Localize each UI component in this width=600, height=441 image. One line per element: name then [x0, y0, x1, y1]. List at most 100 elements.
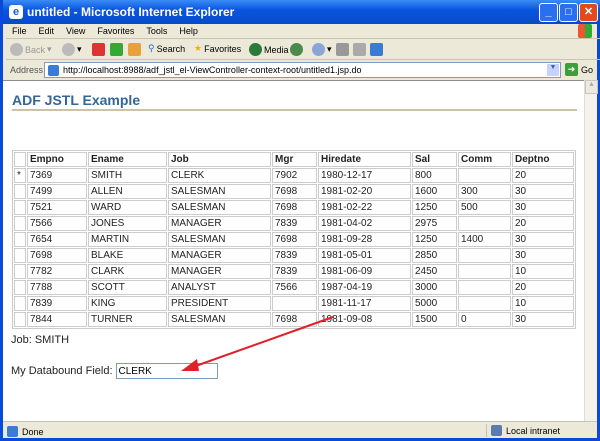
- home-button[interactable]: [128, 43, 141, 56]
- table-cell: 7839: [272, 248, 317, 263]
- table-cell: [458, 280, 511, 295]
- table-cell: ANALYST: [168, 280, 271, 295]
- refresh-button[interactable]: [110, 43, 123, 56]
- table-cell: 7844: [27, 312, 87, 327]
- status-bar: Done Local intranet: [3, 421, 597, 438]
- job-output: Job: SMITH: [11, 334, 70, 346]
- forward-button[interactable]: ▾: [62, 43, 82, 56]
- table-cell: SALESMAN: [168, 232, 271, 247]
- table-cell: 7698: [272, 200, 317, 215]
- table-cell: [458, 168, 511, 183]
- row-marker: [14, 280, 26, 295]
- table-cell: 7839: [272, 216, 317, 231]
- table-row[interactable]: 7654 MARTIN SALESMAN 7698 1981-09-28 1250 1400…: [14, 232, 574, 247]
- favorites-button[interactable]: ★ Favorites: [194, 43, 241, 54]
- table-cell: 7499: [27, 184, 87, 199]
- row-marker: [14, 248, 26, 263]
- menu-file[interactable]: File: [12, 26, 27, 36]
- messenger-button[interactable]: [370, 43, 383, 56]
- table-row[interactable]: * 7369 SMITH CLERK 7902 1980-12-17 800 20: [14, 168, 574, 183]
- media-label: Media: [264, 44, 289, 55]
- search-button[interactable]: ⚲ Search: [148, 43, 185, 54]
- windows-logo-icon: [578, 24, 592, 38]
- back-button[interactable]: Back ▾: [10, 43, 52, 56]
- edit-button[interactable]: [353, 43, 366, 56]
- search-icon: ⚲: [148, 43, 155, 53]
- menu-help[interactable]: Help: [179, 26, 198, 36]
- page-heading: ADF JSTL Example: [12, 92, 141, 108]
- table-cell: PRESIDENT: [168, 296, 271, 311]
- table-cell: 7369: [27, 168, 87, 183]
- table-cell: 20: [512, 168, 574, 183]
- table-cell: [458, 248, 511, 263]
- maximize-button[interactable]: □: [559, 3, 578, 22]
- table-cell: SALESMAN: [168, 200, 271, 215]
- table-cell: 7698: [272, 312, 317, 327]
- table-cell: 1981-02-20: [318, 184, 411, 199]
- vertical-scrollbar[interactable]: ▲: [584, 80, 598, 421]
- table-cell: BLAKE: [88, 248, 167, 263]
- col-header: Deptno: [512, 152, 574, 167]
- table-cell: JONES: [88, 216, 167, 231]
- favorites-label: Favorites: [204, 43, 242, 54]
- table-cell: 1400: [458, 232, 511, 247]
- table-cell: [458, 264, 511, 279]
- databound-field-label: My Databound Field:: [11, 365, 113, 377]
- table-cell: 7566: [27, 216, 87, 231]
- table-cell: 1250: [412, 232, 457, 247]
- table-row[interactable]: 7788 SCOTT ANALYST 7566 1987-04-19 3000 20: [14, 280, 574, 295]
- menu-edit[interactable]: Edit: [39, 26, 55, 36]
- page-content: ADF JSTL Example Empno Ename Job Mgr Hir…: [3, 80, 584, 421]
- table-row[interactable]: 7782 CLARK MANAGER 7839 1981-06-09 2450 10: [14, 264, 574, 279]
- print-button[interactable]: [336, 43, 349, 56]
- table-cell: [458, 296, 511, 311]
- table-cell: 7782: [27, 264, 87, 279]
- table-cell: SCOTT: [88, 280, 167, 295]
- table-cell: MANAGER: [168, 216, 271, 231]
- table-cell: MANAGER: [168, 248, 271, 263]
- table-cell: 1600: [412, 184, 457, 199]
- print-icon: [336, 43, 349, 56]
- table-row[interactable]: 7839 KING PRESIDENT 1981-11-17 5000 10: [14, 296, 574, 311]
- menu-favorites[interactable]: Favorites: [97, 26, 134, 36]
- table-cell: 10: [512, 296, 574, 311]
- stop-button[interactable]: [92, 43, 105, 56]
- table-row[interactable]: 7566 JONES MANAGER 7839 1981-04-02 2975 20: [14, 216, 574, 231]
- go-button[interactable]: ➜ Go: [565, 63, 593, 76]
- table-cell: 1981-09-08: [318, 312, 411, 327]
- title-bar: e untitled - Microsoft Internet Explorer…: [3, 0, 600, 24]
- intranet-icon: [491, 425, 502, 436]
- history-icon: [290, 43, 303, 56]
- minimize-button[interactable]: _: [539, 3, 558, 22]
- table-cell: 7698: [272, 232, 317, 247]
- table-row[interactable]: 7499 ALLEN SALESMAN 7698 1981-02-20 1600 300 30: [14, 184, 574, 199]
- table-row[interactable]: 7698 BLAKE MANAGER 7839 1981-05-01 2850 30: [14, 248, 574, 263]
- databound-field-input[interactable]: [115, 363, 218, 379]
- table-row[interactable]: 7844 TURNER SALESMAN 7698 1981-09-08 1500 0 30: [14, 312, 574, 327]
- mail-button[interactable]: ▾: [312, 43, 332, 56]
- table-cell: 500: [458, 200, 511, 215]
- home-icon: [128, 43, 141, 56]
- address-dropdown-icon[interactable]: ▼: [547, 64, 559, 76]
- page-icon: [48, 65, 59, 76]
- table-cell: 7698: [272, 184, 317, 199]
- history-button[interactable]: [290, 43, 303, 56]
- address-input[interactable]: http://localhost:8988/adf_jstl_el-ViewCo…: [44, 62, 561, 78]
- menu-tools[interactable]: Tools: [146, 26, 167, 36]
- col-header: Ename: [88, 152, 167, 167]
- table-cell: 1981-02-22: [318, 200, 411, 215]
- row-marker: [14, 296, 26, 311]
- go-label: Go: [581, 64, 594, 75]
- scroll-up-icon[interactable]: ▲: [585, 80, 598, 94]
- table-cell: 30: [512, 248, 574, 263]
- table-cell: 7839: [27, 296, 87, 311]
- table-cell: 1980-12-17: [318, 168, 411, 183]
- close-button[interactable]: ✕: [579, 3, 598, 22]
- row-marker: [14, 216, 26, 231]
- menu-view[interactable]: View: [66, 26, 85, 36]
- table-cell: 3000: [412, 280, 457, 295]
- table-row[interactable]: 7521 WARD SALESMAN 7698 1981-02-22 1250 500 30: [14, 200, 574, 215]
- col-header: Job: [168, 152, 271, 167]
- media-button[interactable]: Media: [249, 43, 289, 56]
- table-cell: 1981-09-28: [318, 232, 411, 247]
